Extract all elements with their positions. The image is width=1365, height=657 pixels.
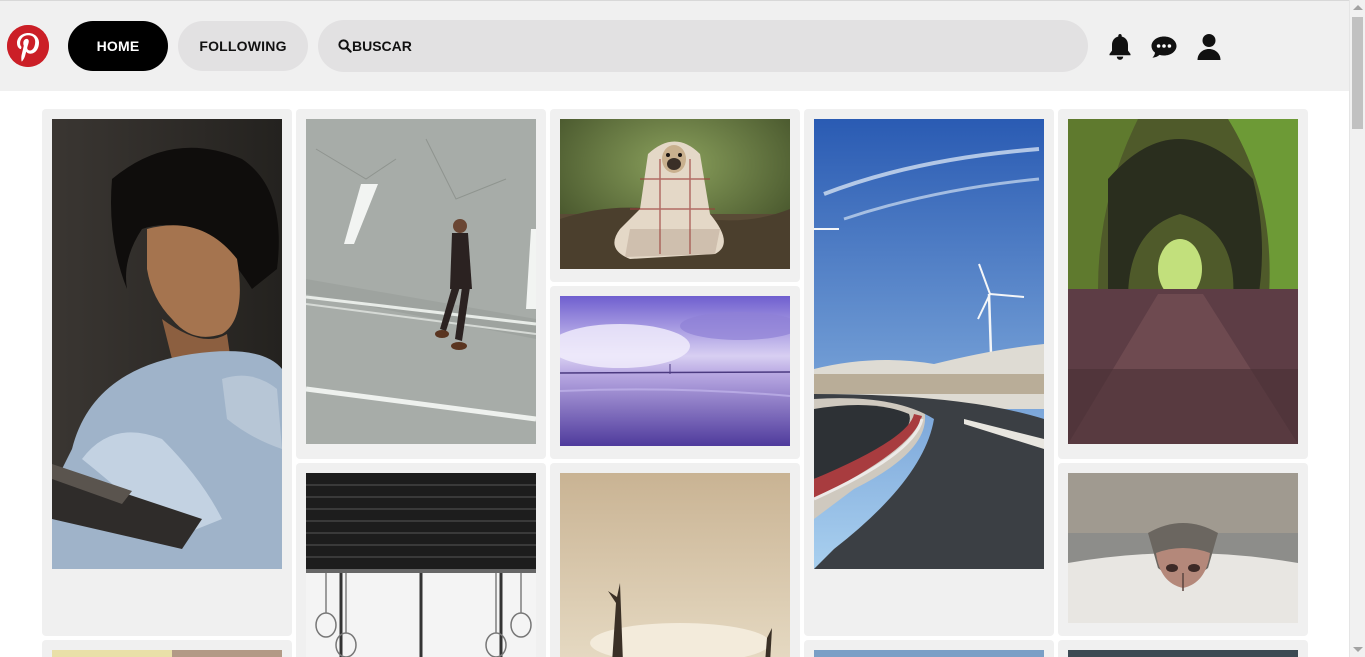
pin-tree-tunnel[interactable] <box>1068 119 1298 444</box>
header: HOME FOLLOWING BUSCAR <box>0 1 1349 91</box>
scroll-up-arrow[interactable] <box>1353 5 1363 10</box>
pin-dog-blanket[interactable] <box>560 119 790 269</box>
pin-yellow-image[interactable] <box>52 650 282 657</box>
chat-icon[interactable] <box>1149 31 1179 63</box>
search-icon <box>338 39 352 53</box>
pin-card[interactable] <box>42 109 292 636</box>
pin-card[interactable] <box>804 109 1054 636</box>
pin-wind-turbines-road[interactable] <box>814 119 1044 569</box>
pin-card[interactable] <box>550 286 800 459</box>
pin-window-lamps[interactable] <box>306 473 536 657</box>
pin-foggy-trees[interactable] <box>560 473 790 657</box>
pin-woman-reading[interactable] <box>52 119 282 569</box>
scroll-thumb[interactable] <box>1352 17 1363 129</box>
page: HOME FOLLOWING BUSCAR <box>0 0 1349 657</box>
pin-card[interactable] <box>1058 109 1308 459</box>
pin-card[interactable] <box>550 109 800 282</box>
pin-card[interactable] <box>296 463 546 657</box>
pin-purple-sea-bridge[interactable] <box>560 296 790 446</box>
bell-icon[interactable] <box>1105 31 1135 63</box>
scrollbar[interactable] <box>1349 0 1365 657</box>
pin-card[interactable] <box>1058 463 1308 636</box>
pin-card[interactable] <box>296 109 546 459</box>
pin-dark-image[interactable] <box>1068 650 1298 657</box>
pin-card[interactable] <box>804 640 1054 657</box>
search-input[interactable]: BUSCAR <box>318 20 1088 72</box>
pin-blue-image[interactable] <box>814 650 1044 657</box>
user-icon[interactable] <box>1194 31 1224 63</box>
pinterest-logo-icon[interactable] <box>7 25 49 67</box>
home-button[interactable]: HOME <box>68 21 168 71</box>
pin-card[interactable] <box>550 463 800 657</box>
pin-card[interactable] <box>42 640 292 657</box>
scroll-down-arrow[interactable] <box>1353 647 1363 652</box>
pin-card[interactable] <box>1058 640 1308 657</box>
pin-cat-nose[interactable] <box>1068 473 1298 623</box>
pin-man-walking-street[interactable] <box>306 119 536 444</box>
search-placeholder: BUSCAR <box>352 38 412 54</box>
following-button[interactable]: FOLLOWING <box>178 21 308 71</box>
